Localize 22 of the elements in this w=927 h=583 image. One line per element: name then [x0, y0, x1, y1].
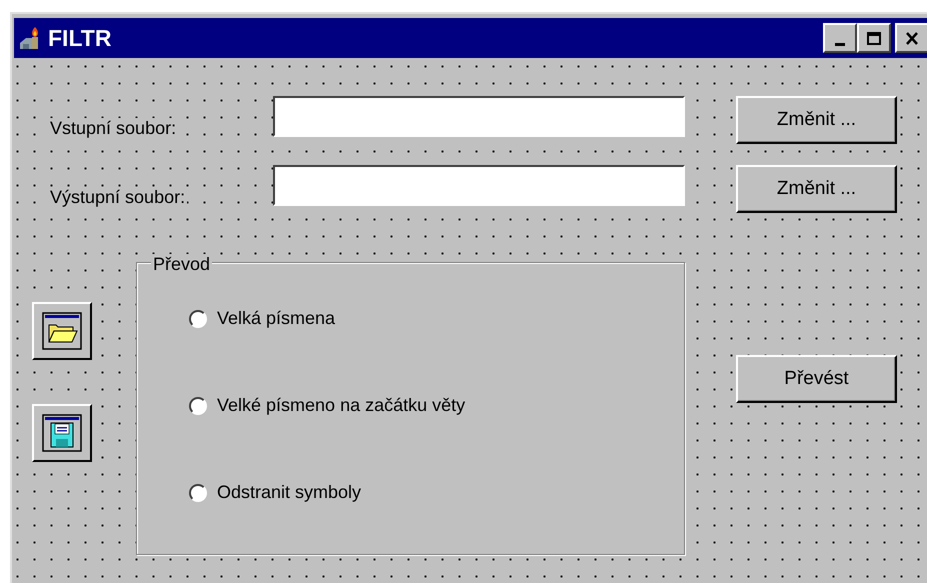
folder-icon	[42, 312, 82, 350]
radio-button[interactable]	[189, 484, 207, 502]
radio-option[interactable]: Velké písmeno na začátku věty	[189, 392, 684, 419]
radio-button[interactable]	[189, 310, 207, 328]
input-field[interactable]	[273, 165, 685, 206]
minimize-icon	[835, 42, 845, 46]
radio-button[interactable]	[189, 396, 207, 414]
change-button[interactable]: Změnit ...	[736, 96, 897, 144]
maximize-button[interactable]	[857, 23, 891, 53]
radio-option[interactable]: Odstranit symboly	[189, 479, 684, 506]
window-title: FILTR	[48, 24, 112, 52]
radio-option[interactable]: Velká písmena	[189, 305, 684, 332]
field-label: Výstupní soubor:	[48, 187, 188, 208]
open-file-button[interactable]	[32, 302, 92, 360]
close-icon	[905, 32, 919, 44]
change-button[interactable]: Změnit ...	[736, 165, 897, 213]
input-field[interactable]	[273, 96, 685, 137]
save-file-button[interactable]	[32, 404, 92, 462]
convert-button[interactable]: Převést	[736, 355, 897, 403]
minimize-button[interactable]	[823, 23, 857, 53]
close-button[interactable]	[895, 23, 927, 53]
maximize-icon	[867, 32, 881, 44]
